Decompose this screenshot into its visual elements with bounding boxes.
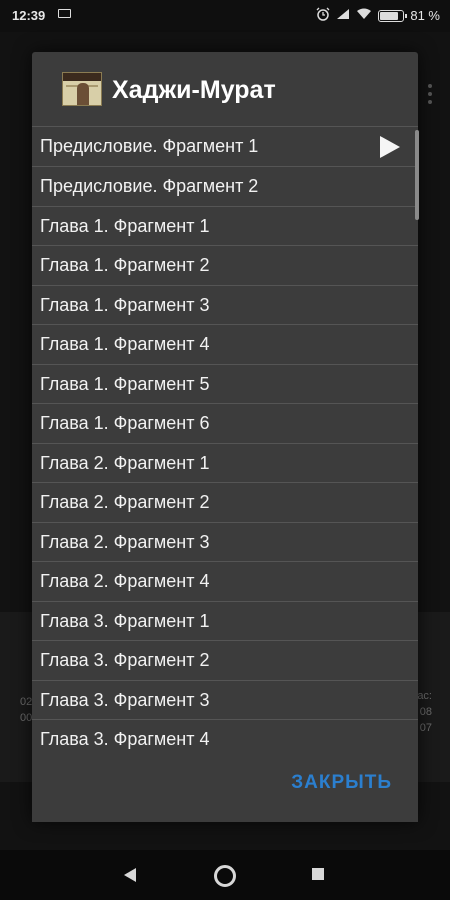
- dialog-title: Хаджи-Мурат: [112, 76, 276, 104]
- list-item[interactable]: Глава 2. Фрагмент 3: [32, 523, 418, 562]
- play-icon[interactable]: [380, 136, 400, 158]
- list-item-label: Глава 1. Фрагмент 3: [40, 294, 210, 315]
- list-item[interactable]: Глава 2. Фрагмент 1: [32, 444, 418, 483]
- list-item-label: Предисловие. Фрагмент 2: [40, 176, 259, 196]
- list-item-label: Глава 1. Фрагмент 5: [40, 373, 210, 394]
- notification-icon: [58, 9, 71, 18]
- background-right-text: ас: 08 07: [417, 690, 432, 734]
- chapter-list[interactable]: Предисловие. Фрагмент 1 Предисловие. Фраг…: [32, 126, 418, 802]
- battery-icon: [378, 9, 408, 22]
- list-item[interactable]: Предисловие. Фрагмент 1: [32, 127, 418, 167]
- list-item[interactable]: Глава 3. Фрагмент 1: [32, 602, 418, 641]
- list-item-label: Глава 1. Фрагмент 1: [40, 215, 210, 236]
- list-item[interactable]: Глава 1. Фрагмент 4: [32, 325, 418, 365]
- close-button[interactable]: ЗАКРЫТЬ: [291, 772, 392, 794]
- list-item[interactable]: Глава 1. Фрагмент 1: [32, 207, 418, 246]
- list-item-label: Глава 3. Фрагмент 4: [40, 729, 210, 749]
- list-item[interactable]: Глава 3. Фрагмент 2: [32, 641, 418, 681]
- list-item-label: Глава 2. Фрагмент 3: [40, 531, 210, 552]
- list-item[interactable]: Глава 2. Фрагмент 2: [32, 483, 418, 523]
- list-item-label: Глава 3. Фрагмент 2: [40, 650, 210, 670]
- list-item[interactable]: Глава 1. Фрагмент 5: [32, 365, 418, 404]
- list-item-label: Глава 1. Фрагмент 6: [40, 413, 210, 433]
- dialog-footer: ЗАКРЫТЬ: [32, 750, 418, 822]
- list-item[interactable]: Глава 1. Фрагмент 6: [32, 404, 418, 444]
- list-item[interactable]: Предисловие. Фрагмент 2: [32, 167, 418, 207]
- signal-icon: [336, 8, 350, 23]
- list-item-label: Глава 2. Фрагмент 4: [40, 571, 210, 591]
- recent-apps-icon[interactable]: [312, 868, 324, 880]
- chapter-dialog: Хаджи-Мурат Предисловие. Фрагмент 1 Преди…: [32, 52, 419, 822]
- status-time: 12:39: [12, 8, 46, 23]
- status-icons: 81 %: [316, 7, 440, 24]
- list-item-label: Глава 1. Фрагмент 4: [40, 334, 210, 354]
- wifi-icon: [356, 8, 372, 23]
- dialog-header: Хаджи-Мурат: [32, 52, 418, 126]
- navigation-bar: [0, 850, 450, 900]
- battery-percent: 81 %: [410, 8, 440, 23]
- overflow-menu-icon: [428, 84, 432, 108]
- list-item[interactable]: Глава 1. Фрагмент 3: [32, 286, 418, 325]
- home-icon[interactable]: [214, 865, 236, 887]
- background-left-text: 02 00: [20, 696, 33, 724]
- list-item-label: Глава 1. Фрагмент 2: [40, 255, 210, 275]
- list-item[interactable]: Глава 3. Фрагмент 3: [32, 681, 418, 720]
- list-item-label: Глава 3. Фрагмент 1: [40, 610, 210, 631]
- list-item[interactable]: Глава 2. Фрагмент 4: [32, 562, 418, 602]
- scrollbar[interactable]: [415, 130, 419, 220]
- list-item[interactable]: Глава 1. Фрагмент 2: [32, 246, 418, 286]
- list-item-label: Глава 3. Фрагмент 3: [40, 689, 210, 710]
- book-cover-icon: [62, 72, 102, 106]
- list-item-label: Глава 2. Фрагмент 2: [40, 492, 210, 512]
- list-item-label: Предисловие. Фрагмент 1: [40, 136, 259, 156]
- back-icon[interactable]: [124, 868, 136, 882]
- status-bar: 12:39 81 %: [0, 0, 450, 32]
- alarm-icon: [316, 7, 330, 24]
- list-item-label: Глава 2. Фрагмент 1: [40, 452, 210, 473]
